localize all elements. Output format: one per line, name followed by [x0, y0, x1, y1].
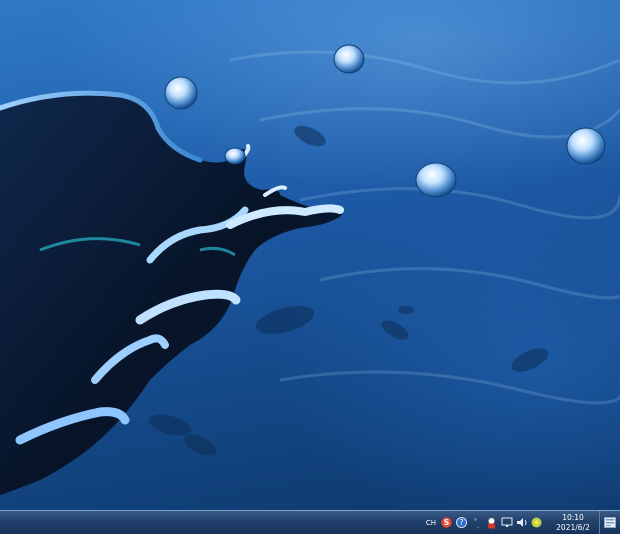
- wallpaper: [0, 44, 620, 496]
- svg-text:S: S: [444, 518, 450, 527]
- network-icon[interactable]: [500, 516, 513, 530]
- volume-icon[interactable]: [515, 516, 528, 530]
- clock-date: 2021/6/2: [556, 522, 590, 532]
- input-mode-icon[interactable]: ° ,: [470, 516, 483, 530]
- language-indicator[interactable]: CH: [426, 519, 436, 527]
- sogou-input-icon[interactable]: S: [440, 516, 453, 530]
- splash-shape: [0, 90, 344, 496]
- status-app-icon[interactable]: [530, 516, 543, 530]
- show-desktop-button[interactable]: [599, 511, 620, 534]
- show-desktop-icon: [604, 517, 616, 528]
- help-icon[interactable]: ?: [455, 516, 468, 530]
- desktop[interactable]: CH S ? ° , 10:10 2021/6/2: [0, 0, 620, 534]
- svg-text:,: ,: [477, 523, 479, 529]
- clock-time: 10:10: [562, 512, 584, 522]
- taskbar: CH S ? ° , 10:10 2021/6/2: [0, 510, 620, 534]
- system-tray: CH S ? ° , 10:10 2021/6/2: [426, 511, 620, 534]
- taskbar-clock[interactable]: 10:10 2021/6/2: [555, 513, 591, 533]
- security-app-icon[interactable]: [485, 516, 498, 530]
- svg-text:?: ?: [460, 518, 464, 527]
